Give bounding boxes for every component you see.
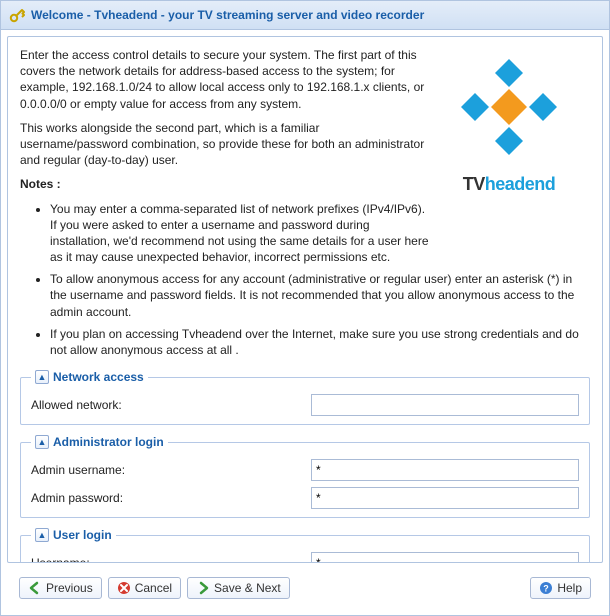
button-bar: Previous Cancel Save & Next ? Help <box>7 569 603 609</box>
arrow-left-icon <box>28 581 42 595</box>
collapse-toggle[interactable]: ▲ <box>35 528 49 542</box>
collapse-toggle[interactable]: ▲ <box>35 435 49 449</box>
help-button[interactable]: ? Help <box>530 577 591 599</box>
allowed-network-input[interactable] <box>311 394 579 416</box>
legend-text: Network access <box>53 370 144 384</box>
button-label: Cancel <box>135 581 172 595</box>
network-access-group: ▲ Network access Allowed network: <box>20 370 590 425</box>
group-legend: ▲ Network access <box>31 370 148 384</box>
cancel-icon <box>117 581 131 595</box>
notes-list: You may enter a comma-separated list of … <box>20 201 590 359</box>
note-item: If you plan on accessing Tvheadend over … <box>50 326 590 358</box>
legend-text: User login <box>53 528 112 542</box>
logo-text: TVheadend <box>434 174 584 195</box>
group-legend: ▲ User login <box>31 528 116 542</box>
collapse-toggle[interactable]: ▲ <box>35 370 49 384</box>
admin-username-input[interactable] <box>311 459 579 481</box>
administrator-login-group: ▲ Administrator login Admin username: Ad… <box>20 435 590 518</box>
titlebar: Welcome - Tvheadend - your TV streaming … <box>1 1 609 30</box>
help-icon: ? <box>539 581 553 595</box>
user-login-group: ▲ User login Username: Password: <box>20 528 590 563</box>
legend-text: Administrator login <box>53 435 164 449</box>
content-area: TVheadend Enter the access control detai… <box>7 36 603 563</box>
allowed-network-label: Allowed network: <box>31 398 311 412</box>
username-label: Username: <box>31 556 311 563</box>
admin-username-label: Admin username: <box>31 463 311 477</box>
notes-label: Notes : <box>20 177 61 191</box>
window-title: Welcome - Tvheadend - your TV streaming … <box>31 8 424 22</box>
wizard-window: Welcome - Tvheadend - your TV streaming … <box>0 0 610 616</box>
save-next-button[interactable]: Save & Next <box>187 577 290 599</box>
arrow-right-icon <box>196 581 210 595</box>
admin-password-label: Admin password: <box>31 491 311 505</box>
username-input[interactable] <box>311 552 579 563</box>
button-label: Help <box>557 581 582 595</box>
tvheadend-logo: TVheadend <box>434 57 584 207</box>
previous-button[interactable]: Previous <box>19 577 102 599</box>
admin-password-input[interactable] <box>311 487 579 509</box>
note-item: You may enter a comma-separated list of … <box>50 201 590 266</box>
group-legend: ▲ Administrator login <box>31 435 168 449</box>
button-label: Save & Next <box>214 581 281 595</box>
note-item: To allow anonymous access for any accoun… <box>50 271 590 320</box>
key-icon <box>9 7 25 23</box>
cancel-button[interactable]: Cancel <box>108 577 181 599</box>
svg-text:?: ? <box>544 584 550 594</box>
button-label: Previous <box>46 581 93 595</box>
